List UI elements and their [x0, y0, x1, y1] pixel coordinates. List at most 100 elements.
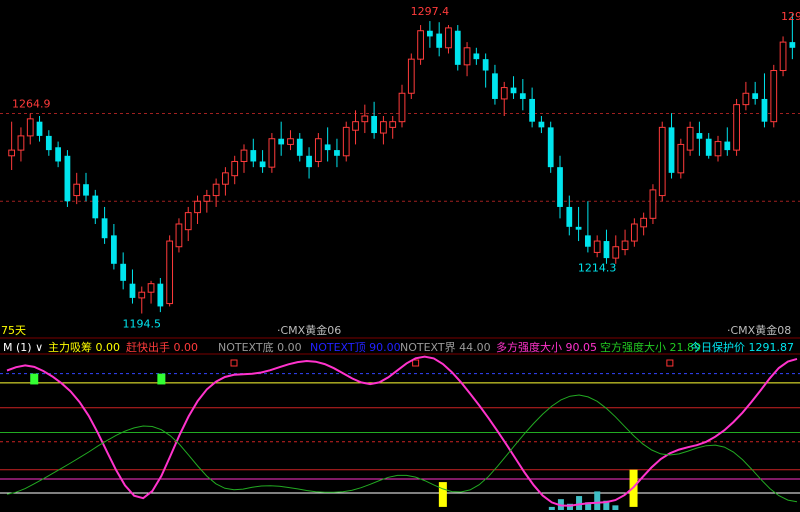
candle-body-up: [770, 70, 778, 123]
candle-body-down: [705, 138, 712, 156]
candle-body-up: [268, 138, 276, 168]
candle-body-up: [677, 143, 685, 174]
candle-body-down: [529, 98, 535, 122]
candle-body-down: [510, 87, 517, 94]
candle-body-up: [194, 200, 201, 214]
candle-body-down: [566, 206, 573, 227]
candle-body-down: [129, 283, 136, 298]
candle-body-up: [222, 172, 229, 185]
candles-layer: [8, 13, 796, 314]
chart-stage: 1297.4 1264.9 1194.5 1214.3 129 75天 ·CMX黄金06 ·C…: [0, 0, 800, 512]
candle-body-up: [389, 121, 397, 128]
marker-square: [412, 359, 420, 367]
candle-body-up: [138, 291, 146, 299]
candle-body-up: [463, 47, 471, 66]
candle-body-down: [436, 33, 443, 48]
indicator-layer: [0, 355, 800, 510]
candle-body-down: [101, 218, 108, 239]
signal-bar: [438, 482, 447, 507]
signal-bar: [30, 373, 39, 385]
candle-body-down: [473, 53, 480, 60]
candle-body-up: [417, 30, 424, 60]
candle-body-up: [184, 212, 192, 231]
indicator-item: NOTEXT界 44.00: [400, 341, 491, 354]
candle-body-down: [64, 155, 71, 202]
marker-square: [230, 359, 238, 367]
candle-body-down: [585, 235, 591, 247]
candle-body-down: [492, 73, 498, 99]
symbol-label-mid: ·CMX黄金06: [277, 323, 341, 337]
candle-body-up: [240, 149, 248, 162]
candle-body-up: [742, 92, 750, 106]
candle-body-down: [334, 150, 340, 156]
candle-body-up: [212, 183, 220, 197]
histogram-bar: [612, 505, 619, 510]
candle-body-up: [445, 27, 452, 49]
candle-body-up: [593, 240, 601, 253]
candle-body-down: [482, 59, 489, 71]
candle-body-down: [603, 241, 610, 259]
indicator-item: 空方强度大小 21.89: [600, 340, 701, 354]
candle-body-down: [120, 263, 127, 281]
candle-body-up: [658, 126, 666, 197]
candle-body-up: [407, 58, 415, 94]
candle-body-down: [157, 283, 164, 307]
timeframe-label: 75天: [1, 324, 26, 337]
chart-svg: 1297.4 1264.9 1194.5 1214.3 129 75天 ·CMX黄金06 ·C…: [0, 5, 800, 510]
candle-body-up: [314, 138, 322, 162]
candle-body-up: [342, 126, 350, 157]
candle-body-up: [649, 189, 657, 219]
price-label-high: 1297.4: [411, 5, 450, 18]
candle-body-down: [761, 98, 768, 122]
indicator-item: NOTEXT底 0.00: [218, 340, 302, 354]
candle-body-down: [752, 93, 759, 99]
candle-body-up: [175, 223, 183, 248]
candle-body-up: [500, 87, 508, 100]
candle-body-down: [296, 138, 303, 156]
candle-body-up: [203, 195, 211, 202]
histogram-bar: [548, 506, 555, 510]
candle-body-down: [111, 235, 117, 264]
indicator-item: 今日保护价 1291.87: [690, 340, 794, 354]
candle-body-down: [250, 150, 257, 162]
candle-body-up: [640, 217, 648, 228]
candle-body-down: [575, 226, 582, 230]
candle-body-up: [231, 160, 239, 177]
candle-body-up: [380, 121, 387, 134]
candle-body-down: [789, 42, 796, 48]
candle-body-down: [36, 121, 43, 136]
candle-body-down: [278, 138, 285, 145]
candle-body-up: [733, 104, 740, 151]
indicator-item: NOTEXT顶 90.00: [310, 341, 401, 354]
text-layer: 1297.4 1264.9 1194.5 1214.3 129 75天 ·CMX黄金06 ·C…: [1, 5, 800, 354]
price-label-mid-low: 1214.3: [578, 261, 617, 274]
candle-body-down: [668, 127, 675, 173]
candle-body-down: [427, 30, 433, 37]
candle-body-up: [361, 115, 369, 123]
candle-body-down: [83, 184, 89, 196]
candle-body-down: [55, 147, 61, 162]
candle-body-down: [519, 93, 526, 99]
price-label-left-peak: 1264.9: [12, 97, 51, 110]
histogram-bar: [594, 491, 601, 510]
candle-body-down: [547, 127, 554, 168]
signal-bar: [157, 373, 166, 385]
symbol-label-right: ·CMX黄金08: [727, 323, 791, 337]
indicator-item: 赶快出手 0.00: [126, 340, 198, 354]
candle-body-down: [45, 135, 52, 151]
candle-body-up: [621, 240, 629, 251]
candle-body-up: [17, 135, 25, 151]
candle-body-up: [779, 41, 787, 72]
candle-body-down: [454, 30, 461, 65]
candle-body-up: [287, 138, 294, 145]
candle-body-down: [306, 155, 312, 168]
candle-body-up: [166, 240, 174, 305]
candle-body-up: [630, 223, 638, 242]
candle-body-up: [73, 183, 81, 197]
price-label-right-edge: 129: [781, 10, 800, 23]
candle-body-up: [147, 283, 155, 293]
candle-body-up: [714, 141, 722, 157]
candle-body-up: [398, 92, 406, 123]
candle-body-up: [686, 126, 694, 151]
candle-body-down: [696, 133, 703, 139]
